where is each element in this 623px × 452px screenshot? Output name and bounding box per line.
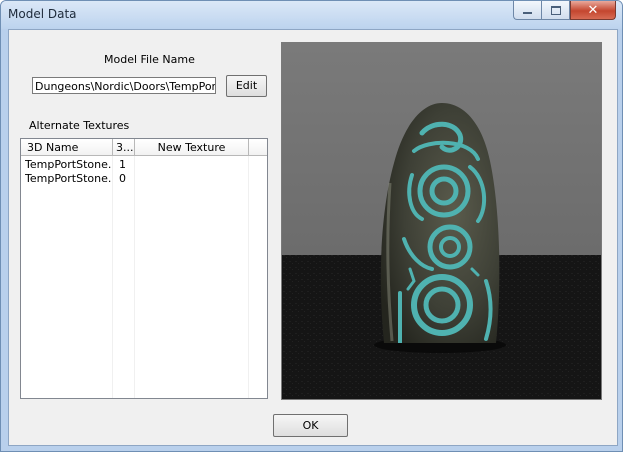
close-button[interactable]: ✕ [570,1,616,20]
ok-button[interactable]: OK [273,414,348,437]
row-3d-name: TempPortStone... [25,158,111,171]
row-new-texture [139,172,245,185]
alternate-textures-label: Alternate Textures [29,119,130,132]
row-3d-name: TempPortStone... [25,172,111,185]
column-header-filler [249,139,267,156]
window-controls: ✕ [513,1,616,20]
row-new-texture [139,158,245,171]
dialog-body: Model File Name Dungeons\Nordic\Doors\Te… [8,29,618,446]
title-bar[interactable]: Model Data ✕ [1,1,622,29]
edit-button[interactable]: Edit [226,75,267,97]
minimize-icon [523,11,532,14]
column-divider [112,156,113,398]
model-data-window: Model Data ✕ Model File Name Dungeons\No… [0,0,623,452]
model-file-label: Model File Name [104,53,195,66]
model-preview[interactable] [281,42,602,400]
standing-stone-render [282,43,601,399]
window-title: Model Data [8,7,77,21]
column-header-3d-name[interactable]: 3D Name [21,139,113,156]
column-header-index[interactable]: 3... [113,139,135,156]
column-divider [134,156,135,398]
maximize-button[interactable] [541,1,570,20]
maximize-icon [550,5,561,15]
row-index: 0 [119,172,126,185]
close-icon: ✕ [587,2,599,18]
textures-list[interactable]: 3D Name 3... New Texture TempPortStone..… [20,138,268,399]
minimize-button[interactable] [513,1,541,20]
column-header-new-texture[interactable]: New Texture [135,139,249,156]
row-index: 1 [119,158,126,171]
model-file-field[interactable]: Dungeons\Nordic\Doors\TempPortS [32,77,216,94]
column-divider [248,156,249,398]
